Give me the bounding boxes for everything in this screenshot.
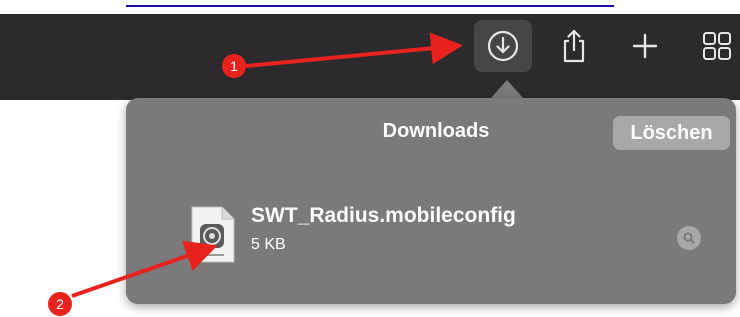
download-filename: SWT_Radius.mobileconfig bbox=[251, 204, 516, 227]
config-file-icon bbox=[191, 206, 235, 263]
download-icon bbox=[487, 30, 519, 62]
page-link-underline[interactable] bbox=[126, 0, 614, 7]
share-button[interactable] bbox=[545, 20, 603, 72]
download-item[interactable]: SWT_Radius.mobileconfig 5 KB bbox=[186, 198, 726, 268]
download-size: 5 KB bbox=[251, 236, 286, 253]
browser-toolbar bbox=[0, 14, 740, 100]
new-tab-button[interactable] bbox=[616, 20, 674, 72]
downloads-button[interactable] bbox=[474, 20, 532, 72]
show-in-finder-button[interactable] bbox=[677, 226, 701, 250]
share-icon bbox=[563, 29, 585, 63]
downloads-popover: Downloads Löschen SWT_Radius.mobileconfi… bbox=[126, 98, 736, 304]
annotation-marker-2: 2 bbox=[48, 292, 72, 316]
magnifier-icon bbox=[683, 232, 695, 244]
popover-arrow bbox=[490, 80, 524, 99]
plus-icon bbox=[632, 33, 658, 59]
clear-button[interactable]: Löschen bbox=[613, 116, 730, 150]
grid-icon bbox=[703, 32, 731, 60]
annotation-label-2: 2 bbox=[56, 296, 64, 312]
tab-overview-button[interactable] bbox=[688, 20, 740, 72]
